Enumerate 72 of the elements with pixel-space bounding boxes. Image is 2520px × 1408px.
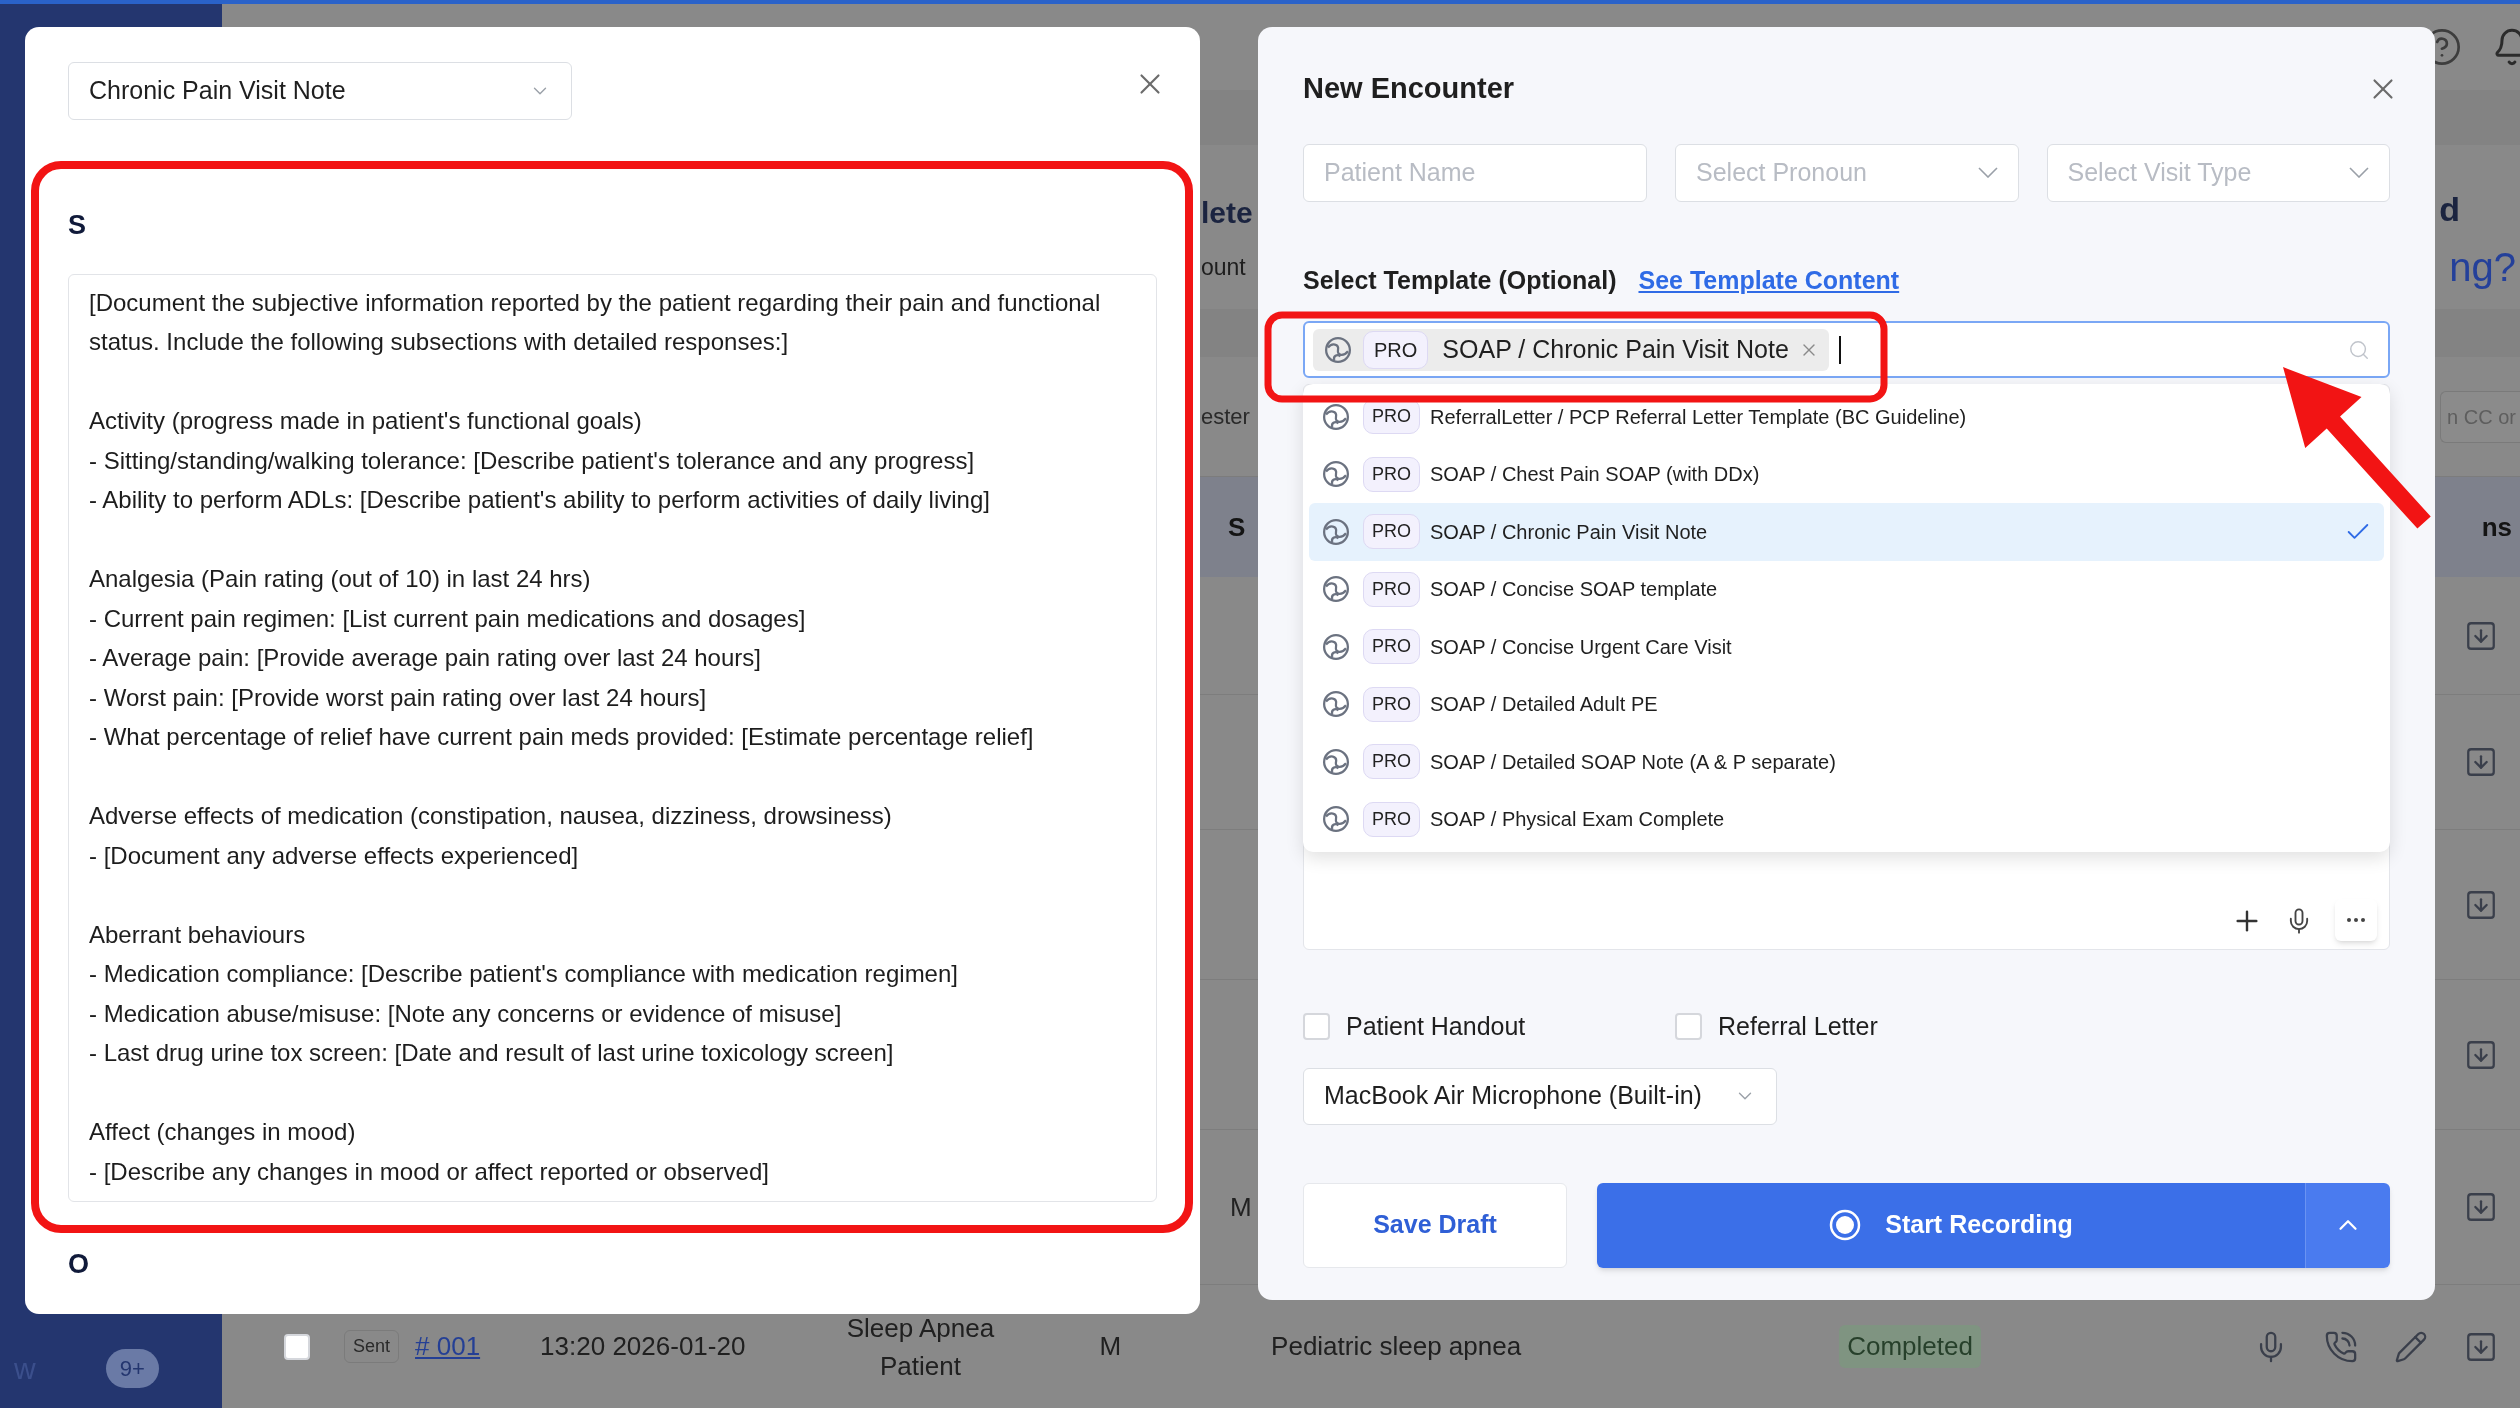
table-cell-text: Pediatric sleep apnea [1271, 1330, 1522, 1363]
table-cell-text: Sleep Apnea Patient [845, 1311, 996, 1383]
subheading: ount [1201, 252, 1246, 282]
download-icon[interactable] [2464, 1190, 2498, 1224]
option-label: SOAP / Concise SOAP template [1430, 577, 1718, 603]
filter-text: ester [1201, 403, 1250, 431]
pro-badge: PRO [1363, 686, 1420, 722]
record-icon [1829, 1209, 1862, 1241]
swirl-icon [1321, 689, 1351, 720]
option-label: SOAP / Chronic Pain Visit Note [1430, 519, 1708, 545]
section-heading: S [68, 209, 87, 242]
option-label: SOAP / Detailed SOAP Note (A & P separate) [1430, 749, 1836, 775]
notification-badge: 9+ [105, 1348, 159, 1388]
status-badge: Completed [1839, 1325, 1981, 1368]
table-cell-text: M [1230, 1190, 1252, 1224]
option-label: SOAP / Concise Urgent Care Visit [1430, 634, 1732, 660]
checkbox[interactable] [1303, 1013, 1330, 1041]
table-cell-text: 13:20 2026-01-20 [540, 1330, 746, 1363]
swirl-icon [1321, 401, 1351, 432]
pro-badge: PRO [1363, 571, 1420, 607]
option-label: ReferralLetter / PCP Referral Letter Template (BC Guideline) [1430, 404, 1967, 430]
page-heading: lete [1201, 195, 1253, 231]
checkbox-label: Patient Handout [1346, 1011, 1526, 1042]
checkbox[interactable] [1675, 1013, 1702, 1041]
start-recording-button[interactable]: Start Recording [1597, 1182, 2305, 1268]
swirl-icon [1321, 459, 1351, 490]
pro-badge: PRO [1363, 744, 1420, 780]
template-option[interactable]: PRO SOAP / Chronic Pain Visit Note [1309, 503, 2384, 561]
pro-badge: PRO [1363, 456, 1420, 492]
option-label: SOAP / Physical Exam Complete [1430, 807, 1725, 833]
template-search-field[interactable]: PRO SOAP / Chronic Pain Visit Note [1303, 321, 2390, 378]
pro-badge: PRO [1363, 801, 1420, 837]
template-content-link[interactable]: See Template Content [1638, 261, 1900, 299]
dialog-title: New Encounter [1303, 71, 1515, 106]
text-cursor [1838, 335, 1841, 364]
question-heading: ng? [2449, 244, 2516, 291]
patient-name-field[interactable]: Patient Name [1303, 143, 1647, 202]
chevron-down-icon [2349, 167, 2369, 178]
recording-options-button[interactable] [2305, 1182, 2390, 1268]
microphone-select[interactable]: MacBook Air Microphone (Built-in) [1303, 1067, 1777, 1125]
option-label: SOAP / Chest Pain SOAP (with DDx) [1430, 462, 1760, 488]
field-label: Select Template (Optional) [1303, 264, 1617, 296]
swirl-icon [1323, 334, 1353, 365]
more-button[interactable] [2335, 899, 2377, 941]
swirl-icon [1321, 746, 1351, 777]
pro-badge: PRO [1363, 514, 1420, 550]
pro-badge: PRO [1363, 330, 1429, 369]
pro-badge: PRO [1363, 629, 1420, 665]
section-heading: O [68, 1248, 90, 1281]
phone-icon[interactable] [2324, 1329, 2358, 1364]
status-badge: Sent [344, 1330, 400, 1363]
template-select[interactable]: Chronic Pain Visit Note [68, 62, 572, 120]
section-heading: d [2439, 189, 2460, 230]
bell-icon[interactable] [2492, 27, 2520, 67]
column-header: S [1228, 510, 1246, 544]
edit-icon[interactable] [2394, 1329, 2428, 1364]
swirl-icon [1321, 631, 1351, 662]
more-icon [2347, 918, 2365, 922]
swirl-icon [1321, 574, 1351, 605]
save-draft-button[interactable]: Save Draft [1303, 1182, 1567, 1268]
option-label: SOAP / Detailed Adult PE [1430, 692, 1658, 718]
search-icon[interactable] [2348, 338, 2370, 361]
table-cell-text: M [1099, 1330, 1122, 1363]
swirl-icon [1321, 804, 1351, 835]
column-header: ns [2481, 510, 2512, 544]
checkbox[interactable] [284, 1333, 310, 1360]
checkbox-label: Referral Letter [1718, 1011, 1878, 1042]
template-chip: PRO SOAP / Chronic Pain Visit Note [1313, 328, 1829, 371]
note-field[interactable]: [Document the subjective information reported by the patient regarding their pain and functional status. Include the following subsections with detailed responses:] Activity (progress made in patient's functional goals) - Sitting/standing/walking tolerance: [Describe patient's tolerance and any progress] - Ability to perform ADLs: [Describe patient's ability to perform activities of daily living] Analgesia (Pain rating (out of 10) in last 24 hrs) - Current pain regimen: [List current pain medications and dosages] - Average pain: [Provide average pain rating over last 24 hours] - Worst pain: [Provide worst pain rating over last 24 hours] - What percentage of relief have current pain meds provided: [Estimate percentage relief] Adverse effects of medication (constipation, nausea, dizziness, drowsiness) - [Document any adverse effects experienced] Aberrant behaviours - Medication compliance: [Describe patient's compliance with medication regimen] - Medication abuse/misuse: [Note any concerns or evidence of misuse] - Last drug urine tox screen: [Date and result of last urine toxicology screen] Affect (changes in mood) - [Describe any changes in mood or affect reported or observed] [68, 273, 1157, 1202]
download-icon[interactable] [2464, 745, 2498, 779]
swirl-icon [1321, 516, 1351, 547]
chevron-down-icon [1977, 167, 1998, 178]
